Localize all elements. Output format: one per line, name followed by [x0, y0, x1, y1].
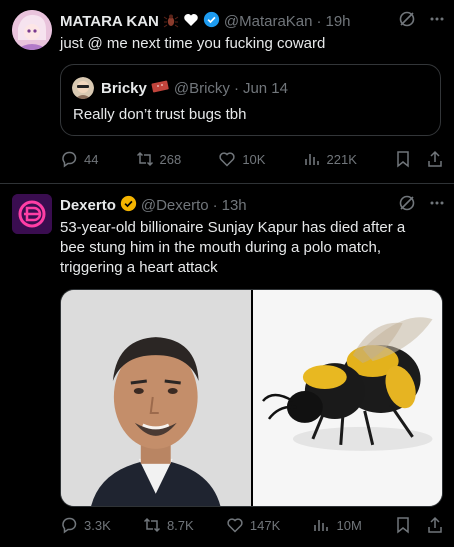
- repost-button[interactable]: 268: [136, 150, 182, 168]
- views-count: 10M: [336, 517, 362, 533]
- dot-separator: ·: [233, 79, 239, 97]
- gold-verified-badge-icon[interactable]: [120, 195, 137, 216]
- grok-icon[interactable]: [398, 194, 416, 217]
- quote-date[interactable]: Jun 14: [243, 80, 288, 97]
- bookmark-icon[interactable]: [394, 150, 412, 168]
- reply-count: 44: [84, 151, 99, 167]
- repost-icon: [143, 517, 160, 533]
- reply-icon: [62, 517, 77, 534]
- bookmark-icon[interactable]: [394, 516, 412, 534]
- author-name[interactable]: MATARA KAN: [60, 13, 159, 30]
- reply-button[interactable]: 44: [60, 150, 98, 168]
- verified-badge-icon[interactable]: [203, 11, 220, 32]
- avatar-matarakan[interactable]: [12, 10, 52, 50]
- share-icon[interactable]: [426, 516, 444, 534]
- like-icon: [227, 518, 243, 533]
- share-icon[interactable]: [426, 150, 444, 168]
- views-button[interactable]: 221K: [303, 150, 357, 168]
- like-button[interactable]: 147K: [226, 516, 280, 534]
- like-count: 147K: [249, 517, 281, 533]
- photo-bee[interactable]: [252, 290, 442, 506]
- dot-separator: ·: [316, 13, 322, 30]
- author-name[interactable]: Dexerto: [60, 197, 116, 214]
- reply-icon: [62, 151, 77, 168]
- tweet-matarakan[interactable]: MATARA KAN @MataraKan · 19h just @ me ne…: [0, 0, 454, 186]
- repost-button[interactable]: 8.7K: [143, 516, 194, 534]
- author-handle[interactable]: @MataraKan: [224, 13, 313, 30]
- more-options-icon[interactable]: [428, 194, 446, 217]
- repost-count: 268: [159, 151, 182, 167]
- repost-count: 8.7K: [166, 517, 194, 533]
- action-bar: 3.3K 8.7K 147K 10M: [60, 516, 444, 534]
- tweet-text: 53-year-old billionaire Sunjay Kapur has…: [60, 219, 406, 276]
- like-button[interactable]: 10K: [218, 150, 265, 168]
- views-icon: [314, 520, 329, 531]
- brick-emoji-icon: [151, 79, 169, 97]
- avatar-bricky[interactable]: [72, 77, 94, 99]
- author-handle[interactable]: @Dexerto: [141, 197, 209, 214]
- media-grid[interactable]: [60, 289, 443, 507]
- bug-emoji-icon: [163, 12, 179, 32]
- grok-icon[interactable]: [398, 10, 416, 33]
- quoted-tweet[interactable]: Bricky @Bricky · Jun 14 Really don’t tru…: [60, 64, 441, 136]
- quote-author-handle[interactable]: @Bricky: [174, 80, 230, 97]
- views-icon: [304, 154, 319, 165]
- views-button[interactable]: 10M: [312, 516, 362, 534]
- white-heart-icon: [183, 12, 199, 32]
- views-count: 221K: [326, 151, 357, 167]
- more-options-icon[interactable]: [428, 10, 446, 33]
- repost-icon: [136, 151, 153, 167]
- photo-man[interactable]: [61, 290, 253, 506]
- tweet-text: just @ me next time you fucking coward: [60, 35, 326, 52]
- like-count: 10K: [242, 151, 266, 167]
- dot-separator: ·: [212, 197, 218, 214]
- reply-button[interactable]: 3.3K: [60, 516, 111, 534]
- quote-author-name[interactable]: Bricky: [101, 80, 147, 97]
- tweet-time[interactable]: 13h: [222, 197, 247, 214]
- action-bar: 44 268 10K 221K: [60, 150, 444, 168]
- reply-count: 3.3K: [84, 517, 111, 533]
- like-icon: [219, 152, 235, 167]
- quote-text: Really don’t trust bugs tbh: [73, 106, 247, 123]
- tweet-time[interactable]: 19h: [325, 13, 350, 30]
- tweet-dexerto[interactable]: Dexerto @Dexerto · 13h 53-year-old billi…: [0, 184, 454, 547]
- avatar-dexerto[interactable]: [12, 194, 52, 234]
